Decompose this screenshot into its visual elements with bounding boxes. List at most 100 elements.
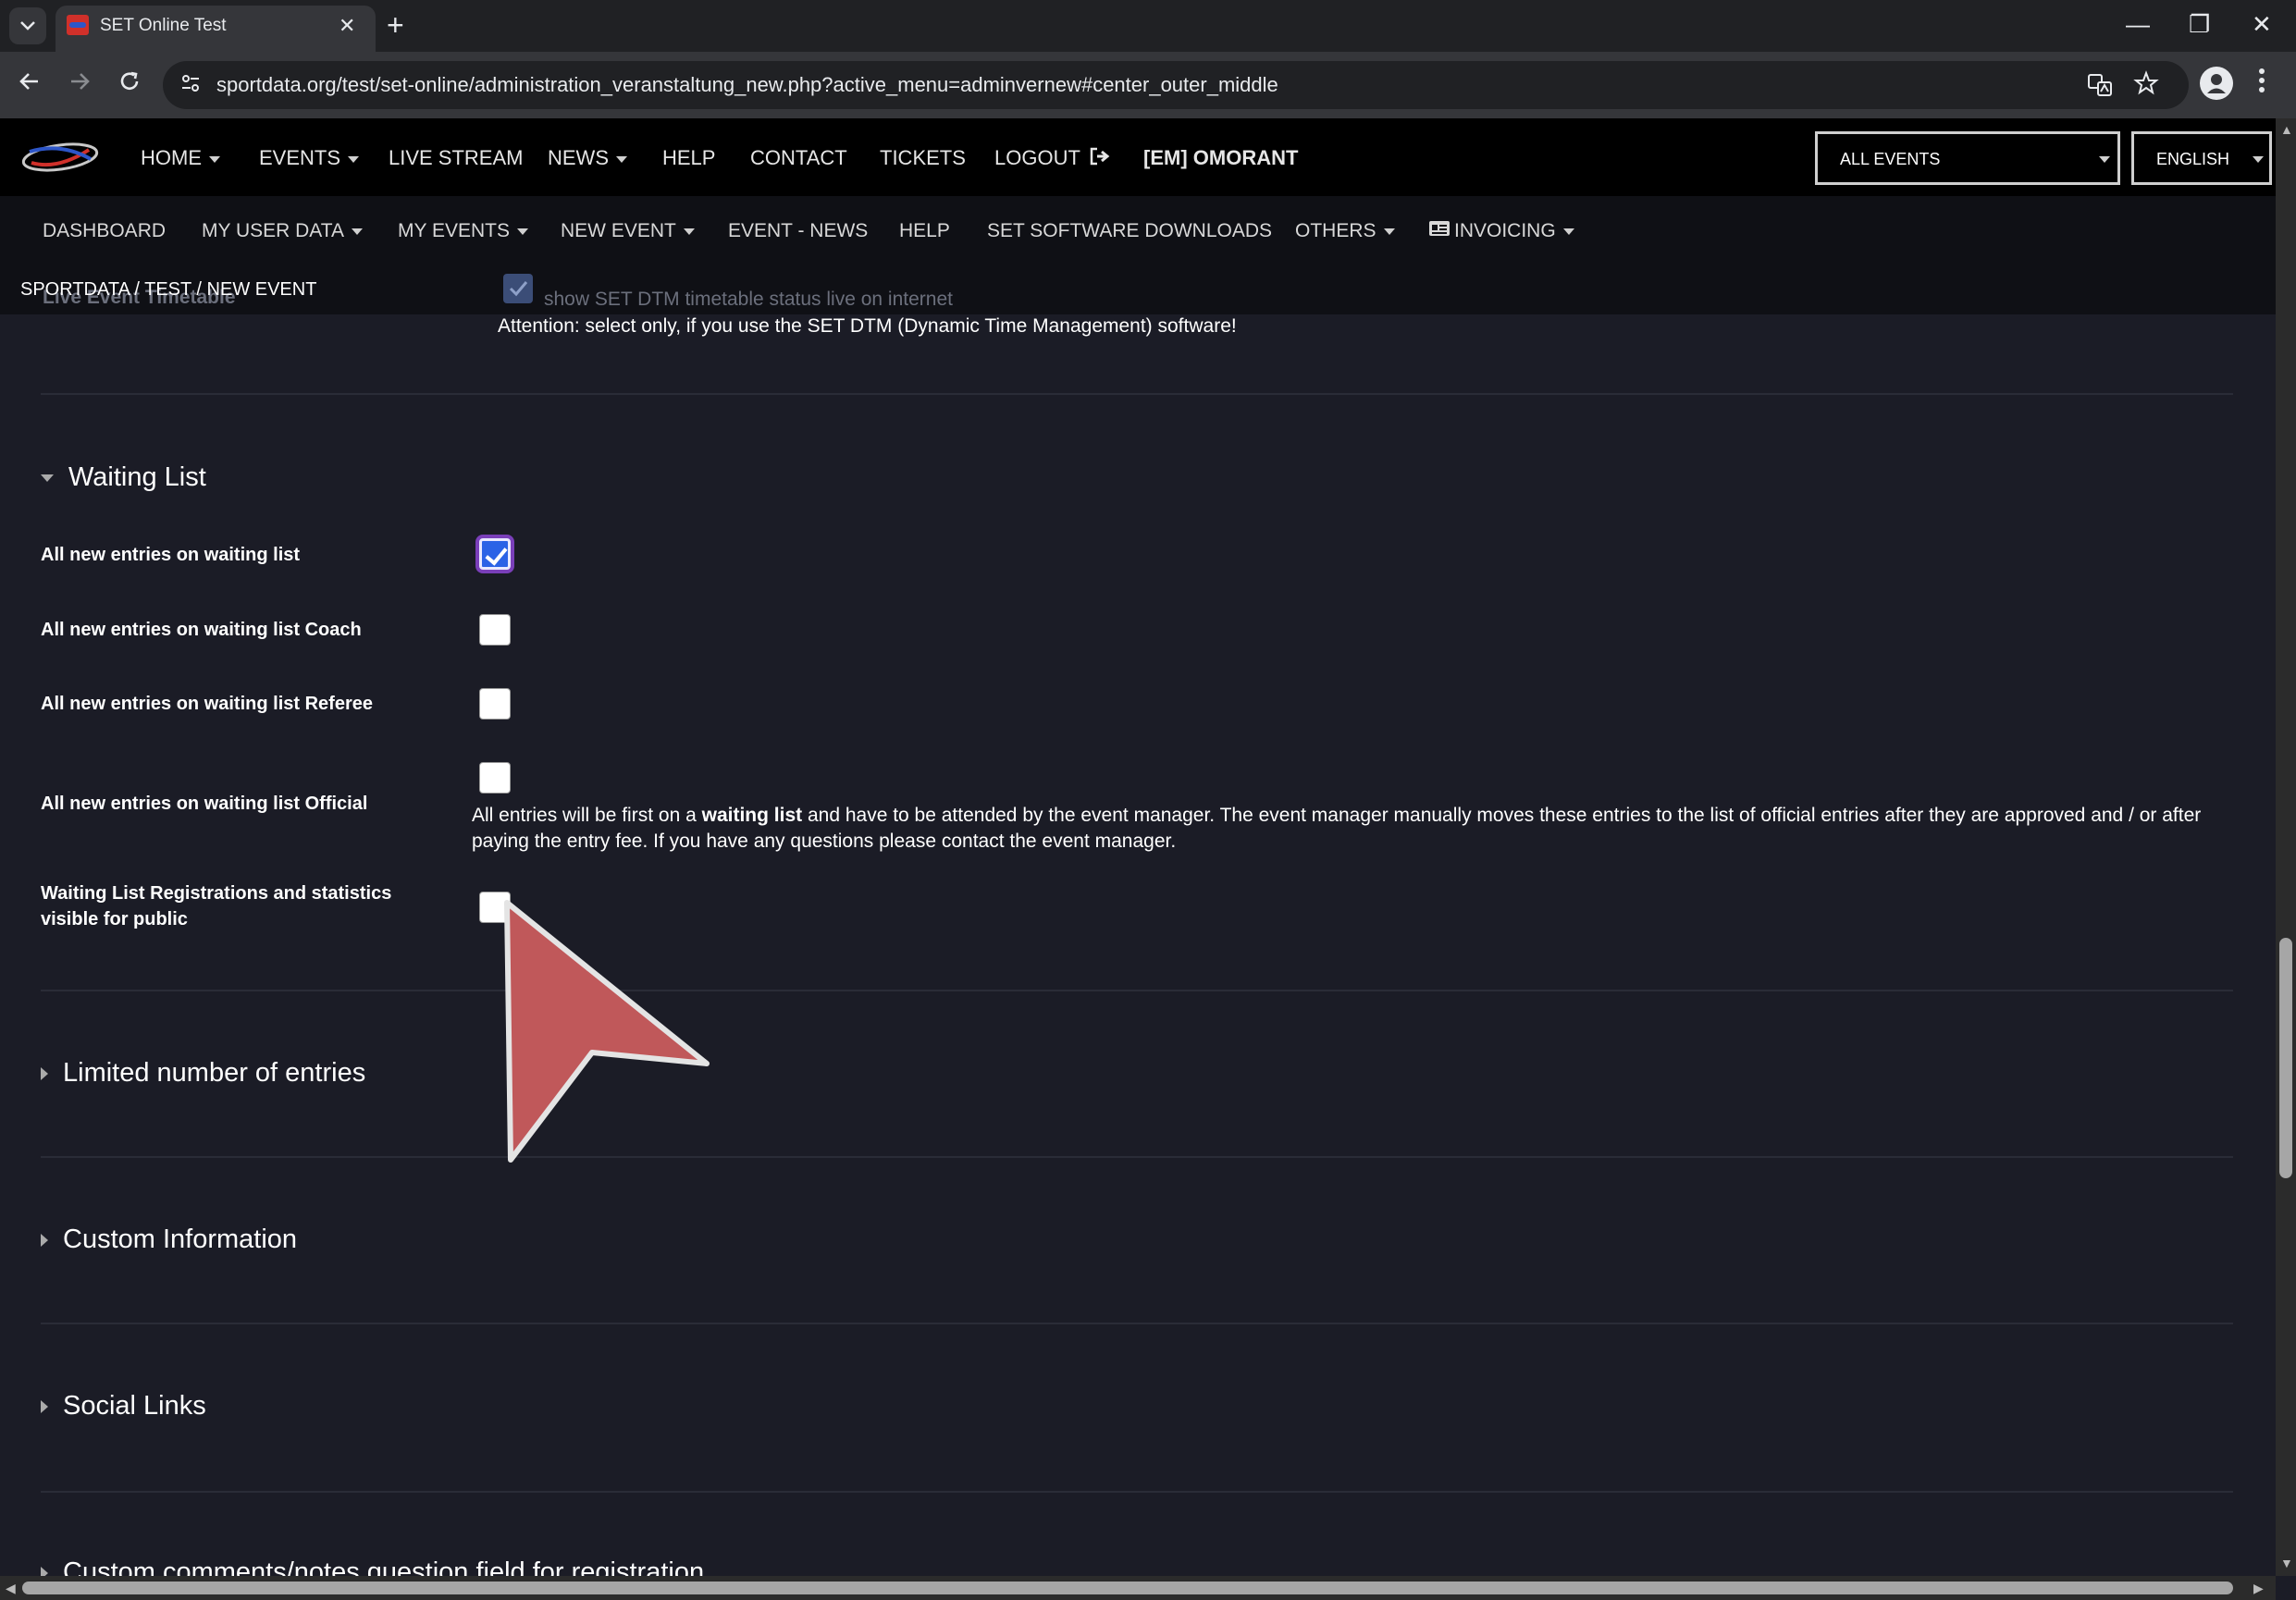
nav-home-label: HOME [141, 146, 202, 169]
new-tab-button[interactable]: + [387, 7, 404, 43]
nav-home[interactable]: HOME [141, 144, 220, 172]
subnav-my-user-data[interactable]: MY USER DATA [202, 218, 364, 244]
nav-help[interactable]: HELP [662, 144, 715, 172]
logout-icon [1090, 145, 1110, 173]
subnav-software-downloads[interactable]: SET SOFTWARE DOWNLOADS [987, 218, 1272, 244]
waiting-list-info-start: All entries will be first on a [472, 805, 702, 826]
browser-tab-strip: SET Online Test ✕ + — ❐ ✕ [0, 0, 2296, 52]
nav-news[interactable]: NEWS [548, 144, 627, 172]
nav-live-stream[interactable]: LIVE STREAM [389, 144, 523, 172]
nav-events[interactable]: EVENTS [259, 144, 360, 172]
back-icon[interactable] [13, 68, 46, 102]
dtm-live-checkbox[interactable] [503, 274, 533, 303]
section-limited-entries[interactable]: Limited number of entries [41, 1056, 365, 1089]
subnav-event-news[interactable]: EVENT - NEWS [728, 218, 868, 244]
section-divider [41, 393, 2233, 395]
all-events-select[interactable]: ALL EVENTS [1815, 131, 2120, 185]
waiting-list-all-checkbox[interactable] [479, 538, 511, 570]
nav-logout-label: LOGOUT [994, 146, 1080, 169]
waiting-list-referee-checkbox[interactable] [479, 688, 511, 720]
section-waiting-list[interactable]: Waiting List [41, 461, 206, 494]
chevron-down-icon [1383, 228, 1395, 235]
restore-icon[interactable]: ❐ [2189, 9, 2210, 39]
scroll-right-icon[interactable]: ▶ [2253, 1581, 2264, 1595]
breadcrumb[interactable]: SPORTDATA / TEST / NEW EVENT [20, 277, 316, 302]
section-custom-comments-title: Custom comments/notes question field for… [63, 1557, 705, 1576]
section-divider [41, 1491, 2233, 1493]
subnav-help[interactable]: HELP [899, 218, 950, 244]
section-divider [41, 990, 2233, 991]
breadcrumb-bar: Live Event Timetable show SET DTM timeta… [0, 265, 2276, 316]
section-social-links-title: Social Links [63, 1391, 206, 1421]
nav-tickets[interactable]: TICKETS [880, 144, 966, 172]
translate-icon[interactable] [2087, 72, 2113, 104]
horizontal-scrollbar[interactable]: ◀ ▶ [0, 1576, 2276, 1600]
caret-right-icon [41, 1567, 48, 1576]
section-custom-information[interactable]: Custom Information [41, 1223, 297, 1256]
waiting-list-coach-checkbox[interactable] [479, 614, 511, 646]
subnav-others[interactable]: OTHERS [1295, 218, 1395, 244]
scroll-left-icon[interactable]: ◀ [6, 1581, 16, 1595]
caret-right-icon [41, 1067, 48, 1081]
subnav-others-label: OTHERS [1295, 220, 1376, 241]
chevron-down-icon [352, 228, 364, 235]
tab-title: SET Online Test [100, 16, 227, 35]
section-social-links[interactable]: Social Links [41, 1389, 206, 1422]
caret-right-icon [41, 1400, 48, 1414]
chevron-down-icon [516, 228, 528, 235]
dtm-attention-note: Attention: select only, if you use the S… [498, 315, 1237, 337]
subnav-new-event[interactable]: NEW EVENT [561, 218, 695, 244]
waiting-list-official-checkbox[interactable] [479, 762, 511, 794]
section-waiting-list-title: Waiting List [68, 462, 206, 492]
tab-dropdown-icon[interactable] [9, 7, 46, 44]
tab-close-icon[interactable]: ✕ [339, 15, 355, 37]
section-divider [41, 1156, 2233, 1158]
admin-sub-navigation: DASHBOARD MY USER DATA MY EVENTS NEW EVE… [0, 196, 2276, 265]
window-close-icon[interactable]: ✕ [2252, 9, 2272, 39]
nav-events-label: EVENTS [259, 146, 341, 169]
user-name[interactable]: [EM] OMORANT [1143, 144, 1298, 172]
bookmark-star-icon[interactable] [2133, 70, 2159, 102]
browser-tab[interactable]: SET Online Test ✕ [56, 6, 376, 52]
nav-contact[interactable]: CONTACT [750, 144, 847, 172]
profile-icon[interactable] [2200, 67, 2233, 100]
forward-icon[interactable] [63, 68, 96, 102]
address-bar[interactable]: sportdata.org/test/set-online/administra… [163, 61, 2189, 109]
waiting-list-referee-label: All new entries on waiting list Referee [41, 694, 373, 714]
sportdata-logo[interactable] [20, 139, 100, 176]
section-divider [41, 1323, 2233, 1324]
subnav-invoicing-label: INVOICING [1454, 220, 1556, 241]
scroll-up-icon[interactable]: ▲ [2280, 122, 2293, 137]
waiting-list-all-label: All new entries on waiting list [41, 545, 301, 565]
event-form-content: Attention: select only, if you use the S… [0, 314, 2276, 1576]
waiting-list-coach-label: All new entries on waiting list Coach [41, 620, 362, 640]
scroll-down-icon[interactable]: ▼ [2280, 1556, 2293, 1570]
subnav-my-user-data-label: MY USER DATA [202, 220, 345, 241]
browser-menu-icon[interactable] [2257, 67, 2266, 103]
site-info-icon[interactable] [179, 72, 202, 101]
language-select[interactable]: ENGLISH [2131, 131, 2272, 185]
main-navigation: HOME EVENTS LIVE STREAM NEWS HELP CONTAC… [0, 118, 2276, 196]
subnav-my-events-label: MY EVENTS [398, 220, 510, 241]
chevron-down-icon [616, 155, 627, 163]
subnav-invoicing[interactable]: INVOICING [1428, 218, 1574, 244]
subnav-my-events[interactable]: MY EVENTS [398, 218, 528, 244]
vertical-scrollbar[interactable]: ▲ ▼ [2276, 118, 2296, 1576]
subnav-new-event-label: NEW EVENT [561, 220, 676, 241]
subnav-dashboard[interactable]: DASHBOARD [43, 218, 166, 244]
invoice-icon [1428, 218, 1450, 244]
waiting-list-public-label: Waiting List Registrations and statistic… [41, 883, 392, 929]
waiting-list-official-label: All new entries on waiting list Official [41, 794, 368, 814]
chevron-down-icon [683, 228, 695, 235]
horizontal-scroll-thumb[interactable] [22, 1582, 2233, 1594]
reload-icon[interactable] [113, 68, 146, 102]
all-events-select-value: ALL EVENTS [1840, 150, 1941, 168]
nav-logout[interactable]: LOGOUT [994, 144, 1110, 173]
minimize-icon[interactable]: — [2126, 9, 2150, 39]
section-custom-comments[interactable]: Custom comments/notes question field for… [41, 1556, 704, 1576]
cursor-arrow-icon [500, 895, 722, 1173]
chevron-down-icon [209, 155, 220, 163]
vertical-scroll-thumb[interactable] [2279, 938, 2292, 1178]
chevron-down-icon [1562, 228, 1574, 235]
browser-toolbar: sportdata.org/test/set-online/administra… [0, 52, 2296, 118]
